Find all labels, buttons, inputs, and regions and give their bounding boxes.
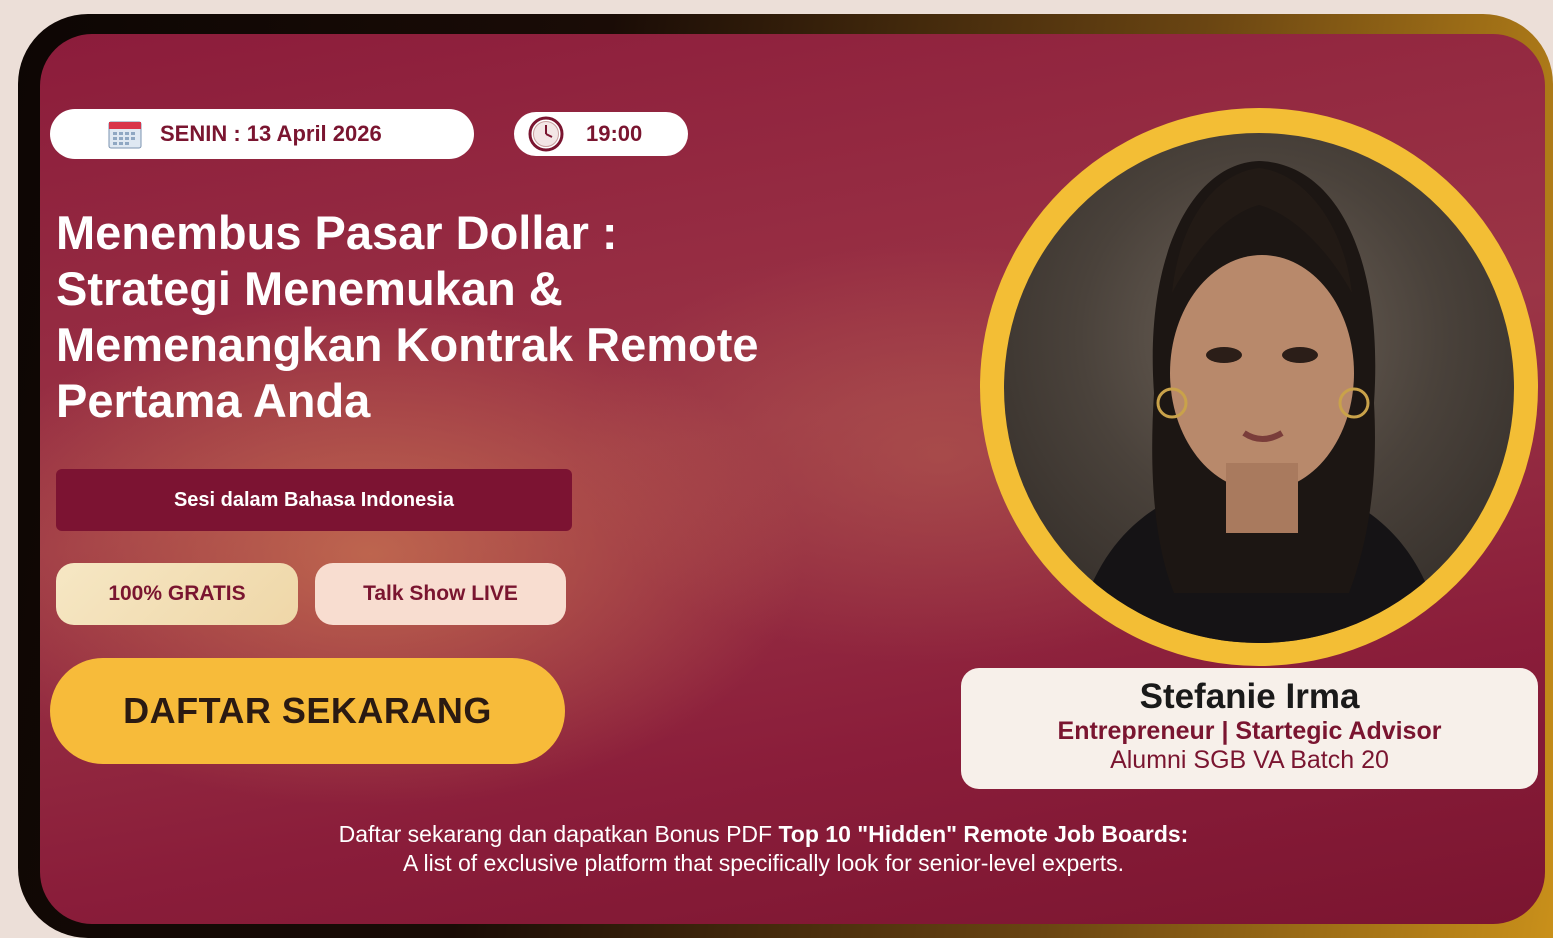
title-line: Pertama Anda xyxy=(56,374,371,427)
speaker-role: Entrepreneur | Startegic Advisor xyxy=(1057,717,1442,745)
time-badge: 19:00 xyxy=(514,112,688,156)
bonus-highlight: Top 10 "Hidden" Remote Job Boards: xyxy=(778,821,1189,847)
bonus-line-2: A list of exclusive platform that specif… xyxy=(403,850,1124,876)
bonus-prefix: Daftar sekarang dan dapatkan Bonus PDF xyxy=(338,821,779,847)
speaker-photo xyxy=(1004,133,1514,643)
title-line: Menembus Pasar Dollar : xyxy=(56,206,618,259)
event-time: 19:00 xyxy=(586,121,643,146)
calendar-icon xyxy=(108,121,142,149)
register-button[interactable]: DAFTAR SEKARANG xyxy=(50,658,565,764)
session-language-badge: Sesi dalam Bahasa Indonesia xyxy=(56,469,572,531)
speaker-name: Stefanie Irma xyxy=(1139,677,1360,716)
speaker-info: Stefanie Irma Entrepreneur | Startegic A… xyxy=(961,668,1538,789)
webinar-title: Menembus Pasar Dollar : Strategi Menemuk… xyxy=(56,205,956,429)
bonus-note: Daftar sekarang dan dapatkan Bonus PDF T… xyxy=(160,820,1367,878)
bonus-line-1: Daftar sekarang dan dapatkan Bonus PDF T… xyxy=(160,820,1367,849)
format-badge: Talk Show LIVE xyxy=(315,563,566,625)
clock-icon xyxy=(528,116,564,152)
date-badge: SENIN : 13 April 2026 xyxy=(50,109,474,159)
title-line: Memenangkan Kontrak Remote xyxy=(56,318,759,371)
event-date: SENIN : 13 April 2026 xyxy=(160,121,382,146)
free-badge: 100% GRATIS xyxy=(56,563,298,625)
speaker-alumni: Alumni SGB VA Batch 20 xyxy=(1110,746,1389,774)
title-line: Strategi Menemukan & xyxy=(56,262,563,315)
